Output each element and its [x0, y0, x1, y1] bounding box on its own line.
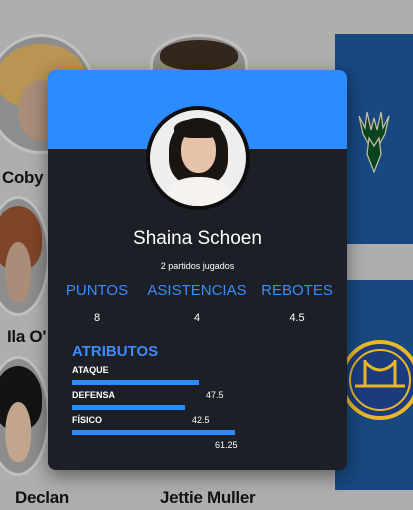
- stat-label: ASISTENCIAS: [147, 282, 247, 299]
- attributes-title: ATRIBUTOS: [72, 343, 159, 360]
- attribute-bar: [72, 430, 235, 435]
- player-detail-modal: Shaina Schoen 2 partidos jugados PUNTOS …: [48, 70, 347, 470]
- attribute-bar: [72, 380, 199, 385]
- stat-assists: ASISTENCIAS 4: [146, 282, 248, 324]
- stat-value: 4: [193, 312, 201, 324]
- stat-rebounds: REBOTES 4.5: [261, 282, 333, 324]
- attribute-label: ATAQUE: [72, 365, 109, 375]
- stat-label: REBOTES: [261, 282, 333, 299]
- games-played: 2 partidos jugados: [160, 261, 235, 271]
- attribute-value: 61.25: [215, 440, 238, 450]
- stat-label: PUNTOS: [65, 282, 129, 299]
- attribute-label: FÍSICO: [72, 415, 103, 425]
- attribute-value: 42.5: [192, 415, 210, 425]
- attribute-defense: DEFENSA 47.5: [72, 390, 272, 410]
- stat-points: PUNTOS 8: [65, 282, 129, 324]
- attribute-value: 47.5: [206, 390, 224, 400]
- attribute-last-value: 61.25: [72, 440, 272, 460]
- attribute-attack: ATAQUE: [72, 365, 272, 385]
- attribute-physical: FÍSICO 42.5: [72, 415, 272, 435]
- attribute-bar: [72, 405, 185, 410]
- stat-value: 8: [93, 312, 101, 324]
- player-photo: [145, 106, 250, 210]
- stat-value: 4.5: [289, 312, 305, 324]
- attribute-label: DEFENSA: [72, 390, 116, 400]
- player-name: Shaina Schoen: [133, 228, 262, 249]
